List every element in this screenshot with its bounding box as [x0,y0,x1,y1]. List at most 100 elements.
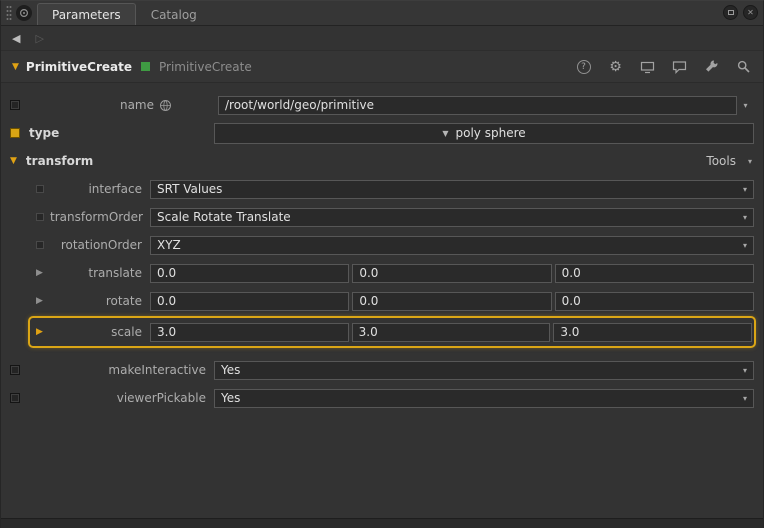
param-row-interface: interface SRT Values ▾ [1,175,763,203]
param-row-makeInteractive: makeInteractive Yes ▾ [1,356,763,384]
param-row-translate: ▶ translate [1,259,763,287]
tools-label: Tools [706,154,736,168]
tab-parameters[interactable]: Parameters [37,3,136,25]
grip-dots-icon [6,5,12,21]
makeInteractive-label: makeInteractive [24,363,206,377]
param-row-transformOrder: transformOrder Scale Rotate Translate ▾ [1,203,763,231]
translate-z-input[interactable] [555,264,754,283]
type-value: poly sphere [456,126,526,140]
interface-value: SRT Values [157,182,222,196]
param-row-rotationOrder: rotationOrder XYZ ▾ [1,231,763,259]
monitor-icon [640,60,655,74]
comment-button[interactable] [671,58,688,75]
rotate-expand-triangle-icon[interactable]: ▶ [36,296,50,306]
rotate-y-input[interactable] [352,292,551,311]
scale-highlight-outline: ▶ scale [28,316,756,348]
rotate-label: rotate [50,294,150,308]
gear-icon: ⚙ [609,59,622,75]
chevron-down-icon: ▾ [737,366,747,375]
tools-chevron-icon: ▾ [742,157,752,166]
scale-label: scale [50,325,150,339]
comment-icon [672,60,687,74]
scale-x-input[interactable] [150,323,349,342]
tools-dropdown[interactable]: Tools ▾ [706,154,754,168]
translate-label: translate [50,266,150,280]
name-label: name [24,98,154,112]
type-state-checkbox[interactable] [10,128,20,138]
rotate-x-input[interactable] [150,292,349,311]
panel-grip-handle[interactable] [4,1,14,25]
rotate-z-input[interactable] [555,292,754,311]
viewerPickable-state-checkbox[interactable] [10,393,20,403]
makeInteractive-value: Yes [221,363,240,377]
param-row-scale: ▶ scale [32,320,752,344]
transformOrder-value: Scale Rotate Translate [157,210,291,224]
help-button[interactable]: ? [575,58,592,75]
rotationOrder-value: XYZ [157,238,181,252]
type-dropdown-arrow-icon: ▼ [442,129,448,138]
node-type-title: PrimitiveCreate [26,60,132,74]
settings-button[interactable]: ⚙ [607,58,624,75]
panel-tab-bar: Parameters Catalog ✕ [1,1,763,26]
tab-catalog[interactable]: Catalog [136,3,212,25]
node-header-icons: ? ⚙ [575,58,752,75]
search-button[interactable] [735,58,752,75]
makeInteractive-dropdown[interactable]: Yes ▾ [214,361,754,380]
chevron-down-icon: ▾ [737,213,747,222]
transform-collapse-triangle-icon[interactable]: ▼ [10,156,17,166]
scale-z-input[interactable] [553,323,752,342]
rotationOrder-label: rotationOrder [50,238,150,252]
translate-y-input[interactable] [352,264,551,283]
node-status-square [141,62,150,71]
panel-pin-icon[interactable] [16,5,32,21]
node-header: ▼ PrimitiveCreate PrimitiveCreate ? ⚙ [1,51,763,83]
back-arrow-icon[interactable]: ◀ [12,32,20,45]
parameters-list: name ▾ type ▼ poly sphere ▼ transform To… [1,83,763,412]
wrench-icon [704,59,719,74]
monitor-button[interactable] [639,58,656,75]
rotationOrder-state-badge[interactable] [36,241,44,249]
node-collapse-triangle-icon[interactable]: ▼ [12,62,19,72]
param-row-name: name ▾ [1,91,763,119]
translate-expand-triangle-icon[interactable]: ▶ [36,268,50,278]
name-input[interactable] [218,96,737,115]
name-dropdown-chevron-icon[interactable]: ▾ [737,101,754,110]
transformOrder-state-badge[interactable] [36,213,44,221]
history-nav-bar: ◀ ▷ [1,26,763,51]
transformOrder-dropdown[interactable]: Scale Rotate Translate ▾ [150,208,754,227]
search-icon [736,59,751,74]
param-row-type: type ▼ poly sphere [1,119,763,147]
help-icon: ? [577,60,591,74]
chevron-down-icon: ▾ [737,241,747,250]
rotationOrder-dropdown[interactable]: XYZ ▾ [150,236,754,255]
tab-catalog-label: Catalog [151,8,197,22]
param-row-rotate: ▶ rotate [1,287,763,315]
panel-close-button[interactable]: ✕ [743,5,758,20]
interface-label: interface [50,182,150,196]
pin-glyph-icon [19,8,29,18]
chevron-down-icon: ▾ [737,394,747,403]
name-state-checkbox[interactable] [10,100,20,110]
rotate-fields [150,292,754,311]
forward-arrow-icon[interactable]: ▷ [35,32,43,45]
wrench-button[interactable] [703,58,720,75]
chevron-down-icon: ▾ [737,185,747,194]
makeInteractive-state-checkbox[interactable] [10,365,20,375]
tab-parameters-label: Parameters [52,8,121,22]
scenegraph-location-icon [159,99,172,112]
transform-label: transform [26,154,93,168]
translate-x-input[interactable] [150,264,349,283]
translate-fields [150,264,754,283]
interface-state-badge[interactable] [36,185,44,193]
node-name-text: PrimitiveCreate [159,60,252,74]
interface-dropdown[interactable]: SRT Values ▾ [150,180,754,199]
panel-float-button[interactable] [723,5,738,20]
param-row-viewerPickable: viewerPickable Yes ▾ [1,384,763,412]
tabbar-spacer [212,1,723,25]
float-icon [728,10,734,15]
type-dropdown[interactable]: ▼ poly sphere [214,123,754,144]
viewerPickable-dropdown[interactable]: Yes ▾ [214,389,754,408]
scale-y-input[interactable] [352,323,551,342]
viewerPickable-label: viewerPickable [24,391,206,405]
scale-expand-triangle-icon[interactable]: ▶ [36,327,50,337]
